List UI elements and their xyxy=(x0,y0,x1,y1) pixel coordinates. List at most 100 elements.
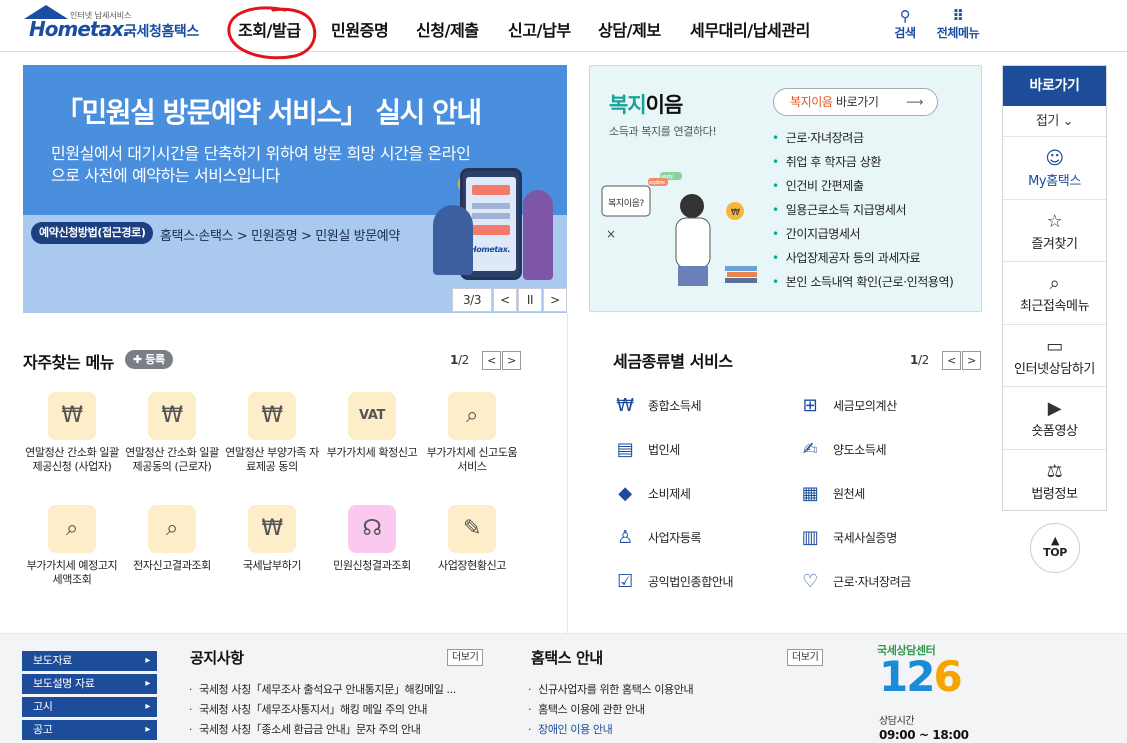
fav-item[interactable]: ⌕ 부가가치세 신고도움 서비스 xyxy=(422,392,522,474)
press-explanation-button[interactable]: 보도설명 자료 xyxy=(22,674,157,694)
favorites-prev-button[interactable]: < xyxy=(482,351,501,370)
guide-item[interactable]: 신규사업자를 위한 홈택스 이용안내 xyxy=(528,680,693,700)
banner-path: 홈택스·손택스 > 민원증명 > 민원실 방문예약 xyxy=(160,229,400,244)
guide-item[interactable]: 홈택스 이용에 관한 안내 xyxy=(528,700,693,720)
fav-item[interactable]: ☊ 민원신청결과조회 xyxy=(322,505,422,573)
banner-pause-button[interactable]: II xyxy=(518,288,542,312)
quick-law-info[interactable]: ⚖ 법령정보 xyxy=(1003,450,1106,513)
won-hand-icon: ₩ xyxy=(616,395,634,416)
quick-shortform-video[interactable]: ▶ 숏폼영상 xyxy=(1003,387,1106,450)
taxtypes-next-button[interactable]: > xyxy=(962,351,981,370)
banner-page-indicator: 3/3 xyxy=(452,288,492,312)
tax-item[interactable]: ▦ 원천세 xyxy=(797,481,866,507)
fav-item[interactable]: ₩ 연말정산 부양가족 자료제공 동의 xyxy=(222,392,322,474)
fav-item[interactable]: ⌕ 전자신고결과조회 xyxy=(122,505,222,573)
welfare-item[interactable]: 일용근로소득 지급명세서 xyxy=(772,198,953,222)
tax-item[interactable]: ⊞ 세금모의계산 xyxy=(797,393,898,419)
chevron-down-icon: ⌄ xyxy=(1062,114,1074,129)
phone-screen: Hometax. xyxy=(466,177,516,271)
svg-text:explore: explore xyxy=(649,180,665,186)
guide-title: 홈택스 안내 xyxy=(531,649,603,667)
building-icon: ▤ xyxy=(616,439,634,460)
quick-fold-button[interactable]: 접기 ⌄ xyxy=(1003,106,1106,137)
notice-more-button[interactable]: 더보기 xyxy=(447,649,484,666)
tax-item[interactable]: ☑ 공익법인종합안내 xyxy=(612,569,733,595)
quick-favorites[interactable]: ☆ 즐겨찾기 xyxy=(1003,200,1106,262)
quick-recent-menu[interactable]: ⌕ 최근접속메뉴 xyxy=(1003,262,1106,325)
arrow-right-icon: ⟶ xyxy=(906,95,923,109)
nav-certificates[interactable]: 민원증명 xyxy=(331,17,389,41)
nav-inquiry[interactable]: 조회/발급 xyxy=(238,17,301,41)
taxtypes-pager: 1/2 xyxy=(910,353,929,367)
call-center: 국세상담센터 126 상담시간 09:00 ~ 18:00 xyxy=(877,642,987,743)
favorites-register-button[interactable]: ✚ 등록 xyxy=(125,350,173,369)
svg-text:₩: ₩ xyxy=(731,208,740,218)
fav-item[interactable]: ₩ 연말정산 간소화 일괄제공신청 (사업자) xyxy=(22,392,122,474)
favorites-next-button[interactable]: > xyxy=(502,351,521,370)
won-search-icon: ⌕ xyxy=(166,516,178,541)
quick-menu-header: 바로가기 xyxy=(1003,66,1106,106)
banner-description: 민원실에서 대기시간을 단축하기 위하여 방문 희망 시간을 온라인으로 사전에… xyxy=(51,144,471,185)
notice-item[interactable]: 국세청 사칭「종소세 환급금 안내」문자 주의 안내 xyxy=(189,720,456,740)
top-button[interactable]: ▲ TOP xyxy=(1030,523,1080,573)
search-button[interactable]: ⚲ 검색 xyxy=(890,8,920,41)
quick-online-consult[interactable]: ▭ 인터넷상담하기 xyxy=(1003,325,1106,387)
nav-filing-payment[interactable]: 신고/납부 xyxy=(508,17,571,41)
fav-item[interactable]: ₩ 국세납부하기 xyxy=(222,505,322,573)
laptop-icon: ▭ xyxy=(1046,335,1063,357)
taxtypes-prev-button[interactable]: < xyxy=(942,351,961,370)
tax-item[interactable]: ▥ 국세사실증명 xyxy=(797,525,898,551)
notice-item[interactable]: 국세청 사칭「세무조사통지서」해킹 메일 주의 안내 xyxy=(189,700,456,720)
notice-gosi-button[interactable]: 고시 xyxy=(22,697,157,717)
call-center-hours-label: 상담시간 xyxy=(879,716,915,727)
calculator-icon: ⊞ xyxy=(802,395,818,416)
business-person-icon: ♙ xyxy=(617,527,633,548)
notice-item[interactable]: 국세청 사칭「세무조사 출석요구 안내통지문」해킹메일 ... xyxy=(189,680,456,700)
banner-prev-button[interactable]: < xyxy=(493,288,517,312)
hometax-page: 인터넷 납세서비스 Hometax. 국세청홈택스 조회/발급 민원증명 신청/… xyxy=(0,0,1127,743)
tax-item[interactable]: ♡ 근로·자녀장려금 xyxy=(797,569,911,595)
search-label: 검색 xyxy=(894,26,916,40)
nav-consultation[interactable]: 상담/제보 xyxy=(598,17,661,41)
quick-menu: 바로가기 접기 ⌄ ☺ My홈택스 ☆ 즐겨찾기 ⌕ 최근접속메뉴 ▭ 인터넷상담하기 … xyxy=(1002,65,1107,511)
welfare-item[interactable]: 사업장제공자 등의 과세자료 xyxy=(772,246,953,270)
fav-item[interactable]: VAT 부가가치세 확정신고 xyxy=(322,392,422,460)
receipt-icon: ▦ xyxy=(801,483,819,504)
plus-icon: ✚ xyxy=(133,353,142,366)
tax-item[interactable]: ◆ 소비제세 xyxy=(612,481,691,507)
money-bag-icon: ₩ xyxy=(261,516,283,541)
tax-item[interactable]: ₩ 종합소득세 xyxy=(612,393,701,419)
guide-item[interactable]: 장애인 이용 안내 xyxy=(528,720,693,740)
tax-item[interactable]: ✍ 양도소득세 xyxy=(797,437,887,463)
section-divider xyxy=(567,313,568,633)
promo-banner[interactable]: 「민원실 방문예약 서비스」 실시 안내 민원실에서 대기시간을 단축하기 위하… xyxy=(23,65,567,313)
welfare-item[interactable]: 간이지급명세서 xyxy=(772,222,953,246)
announcement-button[interactable]: 공고 xyxy=(22,720,157,740)
fav-item[interactable]: ⌕ 부가가치세 예정고지 세액조회 xyxy=(22,505,122,587)
fav-item[interactable]: ✎ 사업장현황신고 xyxy=(422,505,522,573)
tax-item[interactable]: ▤ 법인세 xyxy=(612,437,681,463)
header: 인터넷 납세서비스 Hometax. 국세청홈택스 조회/발급 민원증명 신청/… xyxy=(0,0,1127,52)
quick-my-hometax[interactable]: ☺ My홈택스 xyxy=(1003,137,1106,200)
nav-application[interactable]: 신청/제출 xyxy=(416,17,479,41)
person-icon: ☺ xyxy=(1045,148,1064,169)
logo[interactable]: Hometax. xyxy=(29,17,130,41)
welfare-list: 근로·자녀장려금 취업 후 학자금 상환 인건비 간편제출 일용근로소득 지급명… xyxy=(772,126,954,294)
welfare-item[interactable]: 취업 후 학자금 상환 xyxy=(772,150,953,174)
favorites-pager: 1/2 xyxy=(450,353,469,367)
nav-tax-agent[interactable]: 세무대리/납세관리 xyxy=(690,17,810,41)
banner-next-button[interactable]: > xyxy=(543,288,567,312)
tax-item[interactable]: ♙ 사업자등록 xyxy=(612,525,701,551)
welfare-item[interactable]: 인건비 간편제출 xyxy=(772,174,953,198)
press-release-button[interactable]: 보도자료 xyxy=(22,651,157,671)
logo-subtitle[interactable]: 국세청홈택스 xyxy=(124,21,199,41)
welfare-shortcut-button[interactable]: 복지이음 바로가기 ⟶ xyxy=(773,88,938,116)
edit-doc-icon: ✎ xyxy=(462,516,482,541)
call-center-hours: 09:00 ~ 18:00 xyxy=(879,728,969,742)
all-menu-button[interactable]: ⠿ 전체메뉴 xyxy=(932,8,984,41)
welfare-item[interactable]: 근로·자녀장려금 xyxy=(772,126,953,150)
recent-search-icon: ⌕ xyxy=(1049,273,1060,294)
welfare-item[interactable]: 본인 소득내역 확인(근로·인적용역) xyxy=(772,270,954,294)
guide-more-button[interactable]: 더보기 xyxy=(787,649,824,666)
fav-item[interactable]: ₩ 연말정산 간소화 일괄제공동의 (근로자) xyxy=(122,392,222,474)
